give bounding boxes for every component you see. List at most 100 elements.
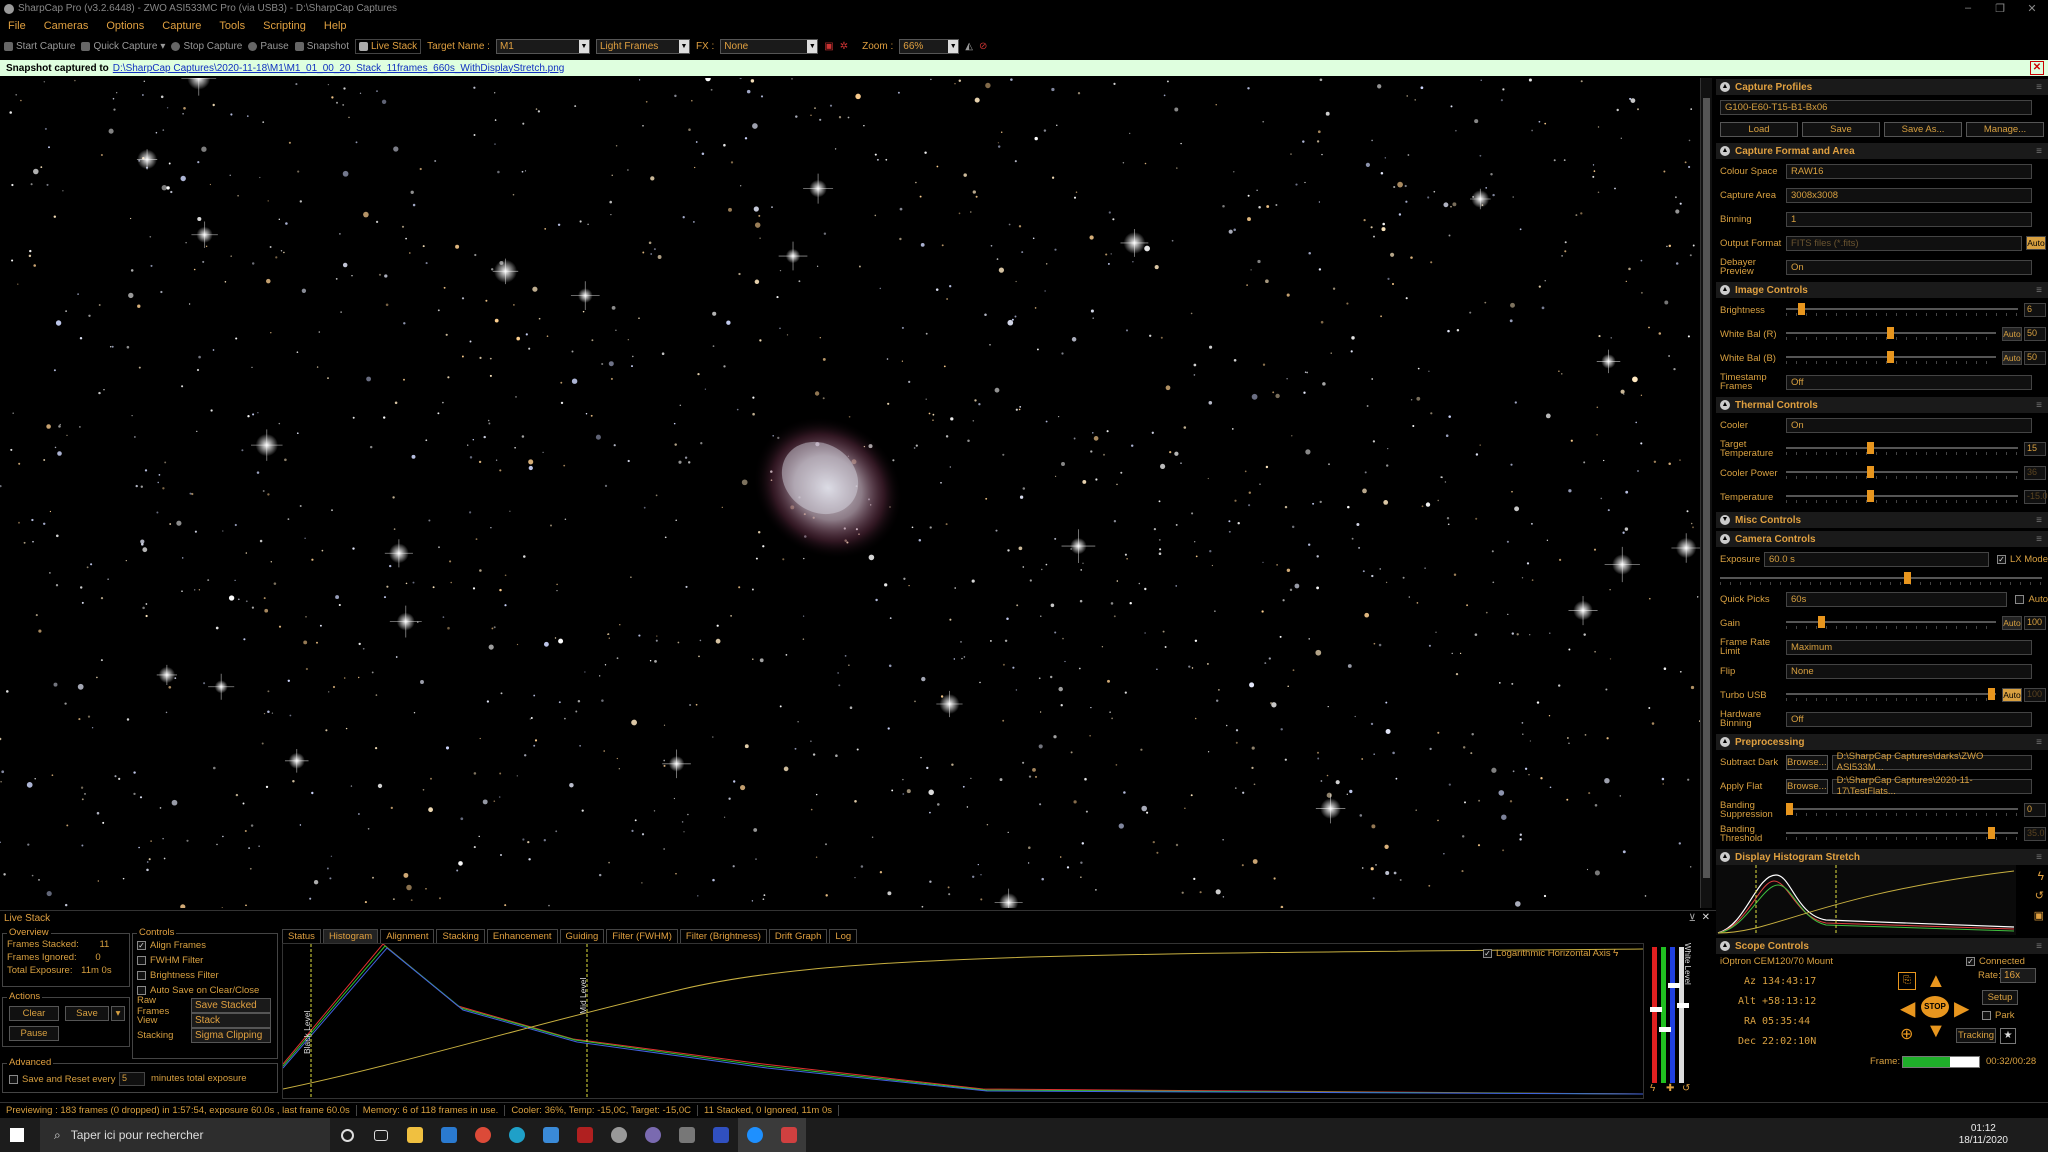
banding-suppression-slider[interactable] bbox=[1786, 803, 2018, 817]
tab-histogram[interactable]: Histogram bbox=[322, 929, 379, 944]
gain-value[interactable]: 100 bbox=[2024, 616, 2046, 630]
snapshot-button[interactable]: Snapshot bbox=[294, 41, 349, 52]
menu-capture[interactable]: Capture bbox=[162, 20, 201, 32]
save-profile-button[interactable]: Save bbox=[1802, 122, 1880, 137]
menu-options[interactable]: Options bbox=[106, 20, 144, 32]
hw-binning-select[interactable]: Off bbox=[1786, 711, 2032, 727]
tab-status[interactable]: Status bbox=[282, 929, 321, 944]
preprocessing-header[interactable]: ▲ Preprocessing ≡ bbox=[1716, 734, 2048, 750]
load-profile-button[interactable]: Load bbox=[1720, 122, 1798, 137]
capture-area-select[interactable]: 3008x3008 bbox=[1786, 187, 2032, 203]
app-purple-icon[interactable] bbox=[636, 1118, 670, 1152]
quick-picks-select[interactable]: 60s bbox=[1786, 591, 2008, 607]
menu-icon[interactable]: ≡ bbox=[2036, 146, 2042, 157]
banding-suppression-value[interactable]: 0 bbox=[2024, 803, 2046, 817]
chevron-down-icon[interactable]: ▼ bbox=[678, 40, 689, 53]
minutes-input[interactable]: 5 bbox=[119, 1072, 145, 1086]
rate-select[interactable]: 16x bbox=[2000, 968, 2036, 983]
tab-drift-graph[interactable]: Drift Graph bbox=[768, 929, 828, 944]
target-temp-value[interactable]: 15 bbox=[2024, 442, 2046, 456]
debayer-select[interactable]: On bbox=[1786, 259, 2032, 275]
wb-r-auto-button[interactable]: Auto bbox=[2002, 327, 2022, 341]
collapse-icon[interactable]: ▲ bbox=[1720, 285, 1730, 295]
level-handle[interactable] bbox=[1668, 983, 1680, 988]
flip-select[interactable]: None bbox=[1786, 663, 2032, 679]
tab-guiding[interactable]: Guiding bbox=[559, 929, 605, 944]
save-reset-checkbox[interactable]: Save and Reset every bbox=[9, 1072, 115, 1087]
output-format-select[interactable]: FITS files (*.fits) bbox=[1786, 235, 2022, 251]
wb-r-value[interactable]: 50 bbox=[2024, 327, 2046, 341]
tab-enhancement[interactable]: Enhancement bbox=[486, 929, 558, 944]
log-axis-checkbox[interactable]: ✓ Logarithmic Horizontal Axis bbox=[1483, 946, 1611, 961]
scroll-thumb[interactable] bbox=[1703, 98, 1710, 878]
dark-file-select[interactable]: D:\SharpCap Captures\darks\ZWO ASI533M..… bbox=[1831, 751, 2032, 773]
taskbar-search[interactable]: ⌕ Taper ici pour rechercher bbox=[40, 1118, 330, 1152]
close-icon[interactable]: ✕ bbox=[2030, 61, 2044, 75]
collapse-icon[interactable]: ▲ bbox=[1720, 941, 1730, 951]
reset-icon[interactable]: ↺ bbox=[2035, 889, 2044, 902]
profile-select[interactable]: G100-E60-T15-B1-Bx06 bbox=[1720, 99, 2032, 115]
timestamp-select[interactable]: Off bbox=[1786, 374, 2032, 390]
lightning-icon[interactable]: ϟ bbox=[1650, 1083, 1655, 1094]
exposure-input[interactable]: 60.0 s bbox=[1764, 551, 1989, 567]
capture-format-header[interactable]: ▲ Capture Format and Area ≡ bbox=[1716, 143, 2048, 159]
chevron-down-icon[interactable]: ▼ bbox=[807, 40, 818, 53]
plus-icon[interactable]: ✚ bbox=[1666, 1083, 1674, 1094]
menu-icon[interactable]: ≡ bbox=[2036, 400, 2042, 411]
menu-icon[interactable]: ≡ bbox=[2036, 941, 2042, 952]
quick-capture-button[interactable]: Quick Capture ▾ bbox=[81, 41, 165, 52]
wb-b-auto-button[interactable]: Auto bbox=[2002, 351, 2022, 365]
exposure-slider[interactable] bbox=[1720, 572, 2042, 586]
brightness-slider[interactable] bbox=[1786, 303, 2018, 317]
live-stack-histogram[interactable]: Black Level Mid Level ✓ Logarithmic Horiz… bbox=[282, 943, 1644, 1099]
live-stack-button[interactable]: Live Stack bbox=[355, 39, 422, 54]
collapse-icon[interactable]: ▲ bbox=[1720, 737, 1730, 747]
menu-help[interactable]: Help bbox=[324, 20, 347, 32]
banding-threshold-slider[interactable] bbox=[1786, 827, 2018, 841]
stop-button[interactable]: STOP bbox=[1921, 996, 1949, 1018]
menu-file[interactable]: File bbox=[8, 20, 26, 32]
app-blue-icon[interactable] bbox=[704, 1118, 738, 1152]
capture-profiles-header[interactable]: ▲ Capture Profiles ≡ bbox=[1716, 79, 2048, 95]
sharpcap-icon[interactable] bbox=[772, 1118, 806, 1152]
stacking-select[interactable]: Sigma Clipping bbox=[191, 1028, 271, 1043]
level-handle[interactable] bbox=[1659, 1027, 1671, 1032]
stop-capture-button[interactable]: Stop Capture bbox=[171, 41, 242, 52]
target-name-input[interactable]: M1 ▼ bbox=[495, 39, 590, 54]
turbo-value[interactable]: 100 bbox=[2024, 688, 2046, 702]
connected-checkbox[interactable]: ✓ Connected bbox=[1966, 954, 2025, 969]
fx-select[interactable]: None ▼ bbox=[720, 39, 819, 54]
save-as-profile-button[interactable]: Save As... bbox=[1884, 122, 1962, 137]
expand-icon[interactable]: ▼ bbox=[1720, 515, 1730, 525]
colour-space-select[interactable]: RAW16 bbox=[1786, 163, 2032, 179]
close-icon[interactable]: ✕ bbox=[2016, 2, 2048, 15]
scope-controls-header[interactable]: ▲ Scope Controls ≡ bbox=[1716, 938, 2048, 954]
west-arrow-icon[interactable]: ◀ bbox=[1900, 996, 1915, 1021]
minimize-icon[interactable]: – bbox=[1952, 2, 1984, 15]
menu-icon[interactable]: ≡ bbox=[2036, 852, 2042, 863]
lx-mode-checkbox[interactable]: ✓ LX Mode bbox=[1996, 552, 2048, 567]
gain-slider[interactable] bbox=[1786, 616, 1996, 630]
menu-icon[interactable]: ≡ bbox=[2036, 82, 2042, 93]
fwhm-filter-checkbox[interactable]: FWHM Filter bbox=[137, 953, 273, 968]
chrome-icon[interactable] bbox=[466, 1118, 500, 1152]
turbo-usb-slider[interactable] bbox=[1786, 688, 1996, 702]
manage-profiles-button[interactable]: Manage... bbox=[1966, 122, 2044, 137]
thermal-controls-header[interactable]: ▲ Thermal Controls ≡ bbox=[1716, 397, 2048, 413]
reset-icon[interactable]: ↺ bbox=[1682, 1083, 1690, 1094]
save-icon[interactable]: ▣ bbox=[2034, 909, 2044, 922]
chevron-down-icon[interactable]: ▼ bbox=[948, 40, 959, 53]
level-handle[interactable] bbox=[1677, 1003, 1689, 1008]
cursor-icon[interactable]: ⊘ bbox=[979, 41, 987, 52]
wb-b-value[interactable]: 50 bbox=[2024, 351, 2046, 365]
app-telescope-icon[interactable] bbox=[670, 1118, 704, 1152]
remote-desktop-icon[interactable] bbox=[534, 1118, 568, 1152]
app-gray-icon[interactable] bbox=[602, 1118, 636, 1152]
star-icon[interactable]: ★ bbox=[2000, 1028, 2016, 1044]
menu-scripting[interactable]: Scripting bbox=[263, 20, 306, 32]
frame-type-select[interactable]: Light Frames ▼ bbox=[595, 39, 690, 54]
cortana-icon[interactable] bbox=[330, 1118, 364, 1152]
clear-button[interactable]: Clear bbox=[9, 1006, 59, 1021]
tracking-button[interactable]: Tracking bbox=[1956, 1028, 1996, 1043]
file-explorer-icon[interactable] bbox=[398, 1118, 432, 1152]
